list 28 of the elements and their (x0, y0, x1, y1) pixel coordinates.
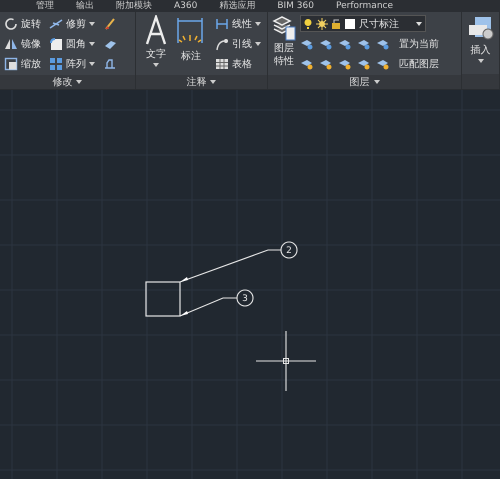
ribbon-tab[interactable]: A360 (174, 0, 198, 12)
tool-button[interactable]: 缩放 (4, 55, 41, 72)
tool-button[interactable]: 修剪 (49, 15, 86, 32)
tool-button[interactable]: 引线 (214, 35, 252, 52)
ribbon-tab[interactable]: 附加模块 (116, 0, 152, 12)
text-button[interactable]: 文字 (144, 15, 167, 72)
layer-action-button[interactable]: 匹配图层 (398, 55, 439, 72)
insert-button[interactable]: 插入 (466, 15, 495, 63)
ribbon-tab[interactable]: 输出 (76, 0, 94, 12)
balloon-number: 2 (286, 246, 292, 256)
tool-button[interactable]: 阵列 (49, 55, 86, 72)
balloon-number: 3 (242, 294, 248, 304)
ribbon-tab[interactable]: Performance (336, 0, 394, 12)
layer-properties-button[interactable]: 图层特性 (272, 15, 296, 72)
ribbon-tab[interactable]: 管理 (36, 0, 54, 12)
tool-button[interactable]: 旋转 (4, 15, 41, 32)
panel-title[interactable]: 修改 (52, 75, 72, 89)
tool-button[interactable]: 镜像 (4, 35, 41, 52)
layer-action-button[interactable]: 置为当前 (398, 35, 439, 52)
panel-title[interactable]: 注释 (186, 75, 206, 89)
ribbon-tab[interactable]: 精选应用 (219, 0, 256, 12)
dimension-button[interactable]: 标注 (176, 15, 206, 72)
panel-title[interactable]: 图层 (350, 75, 370, 89)
tool-button[interactable]: 圆角 (49, 35, 86, 52)
tool-button[interactable]: 表格 (214, 55, 261, 72)
tool-button[interactable]: 线性 (214, 15, 252, 32)
ribbon-tab[interactable]: BIM 360 (277, 0, 314, 12)
layer-dropdown[interactable]: 尺寸标注 (300, 15, 426, 32)
